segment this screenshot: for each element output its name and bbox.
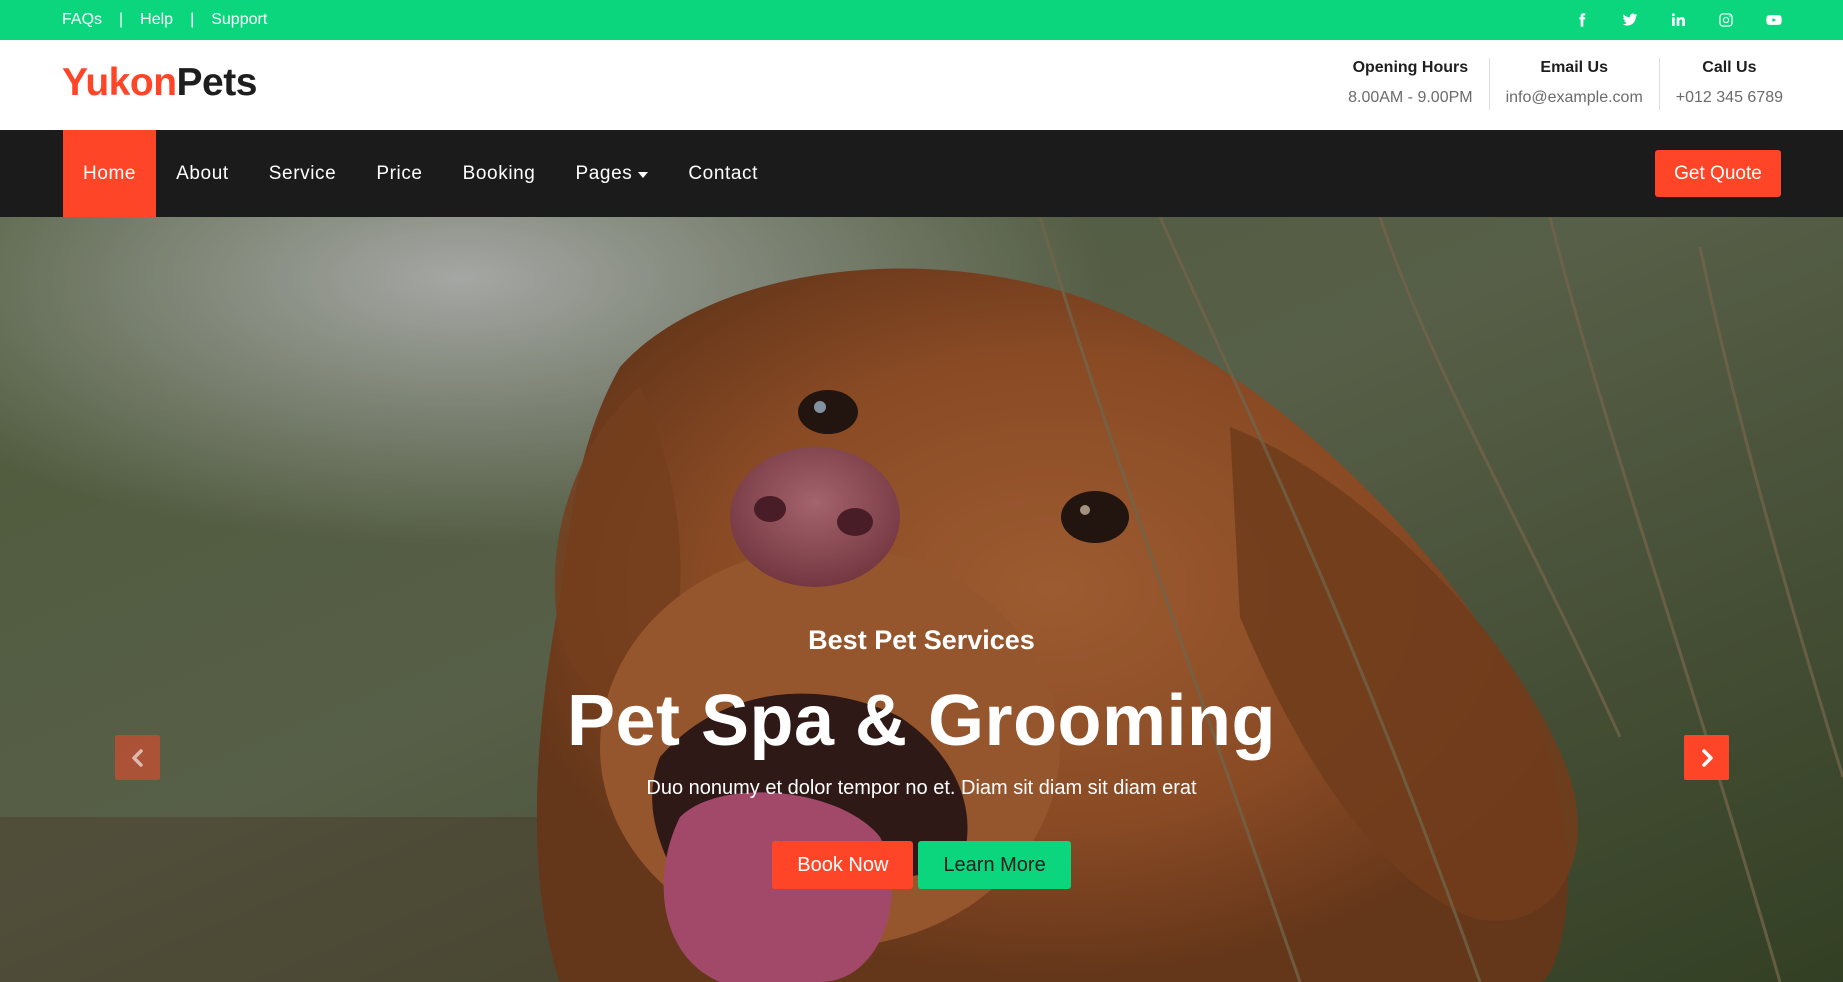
nav-item-home[interactable]: Home xyxy=(63,130,157,217)
instagram-icon[interactable] xyxy=(1717,11,1735,29)
facebook-icon[interactable] xyxy=(1573,11,1591,29)
carousel-next-button[interactable] xyxy=(1684,735,1729,780)
chevron-right-icon xyxy=(1701,748,1713,767)
hero-carousel: Best Pet Services Pet Spa & Grooming Duo… xyxy=(0,217,1843,982)
nav-item-pages-label: Pages xyxy=(575,162,633,184)
top-links: FAQs | Help | Support xyxy=(62,0,267,40)
carousel-prev-button[interactable] xyxy=(115,735,160,780)
call-us: Call Us +012 345 6789 xyxy=(1658,58,1783,110)
youtube-icon[interactable] xyxy=(1765,11,1783,29)
help-link[interactable]: Help xyxy=(140,11,173,29)
chevron-left-icon xyxy=(131,748,143,767)
opening-hours-value: 8.00AM - 9.00PM xyxy=(1348,89,1473,106)
separator: | xyxy=(119,11,124,28)
top-bar: FAQs | Help | Support xyxy=(0,0,1843,40)
nav-item-pages[interactable]: Pages xyxy=(555,130,668,217)
nav-items: Home About Service Price Booking Pages C… xyxy=(63,130,778,217)
support-link[interactable]: Support xyxy=(211,11,267,29)
learn-more-button[interactable]: Learn More xyxy=(918,841,1071,889)
hero-subtitle: Best Pet Services xyxy=(808,625,1035,655)
main-nav: Home About Service Price Booking Pages C… xyxy=(0,130,1843,217)
nav-item-service[interactable]: Service xyxy=(249,130,357,217)
logo-part-2: Pets xyxy=(176,61,258,104)
site-logo[interactable]: YukonPets xyxy=(62,60,257,106)
separator: | xyxy=(190,11,195,28)
twitter-icon[interactable] xyxy=(1621,11,1639,29)
linkedin-icon[interactable] xyxy=(1669,11,1687,29)
nav-item-price[interactable]: Price xyxy=(356,130,442,217)
get-quote-button[interactable]: Get Quote xyxy=(1655,150,1781,197)
call-us-value[interactable]: +012 345 6789 xyxy=(1676,88,1783,108)
email-us-value[interactable]: info@example.com xyxy=(1506,88,1643,108)
faqs-link[interactable]: FAQs xyxy=(62,11,102,29)
hero-description: Duo nonumy et dolor tempor no et. Diam s… xyxy=(646,777,1197,799)
nav-item-contact[interactable]: Contact xyxy=(668,130,778,217)
email-us: Email Us info@example.com xyxy=(1488,58,1659,110)
call-us-title: Call Us xyxy=(1702,59,1757,76)
site-header: YukonPets Opening Hours 8.00AM - 9.00PM … xyxy=(0,40,1843,130)
opening-hours-title: Opening Hours xyxy=(1352,59,1469,76)
nav-item-booking[interactable]: Booking xyxy=(443,130,556,217)
nav-item-about[interactable]: About xyxy=(156,130,249,217)
contact-info: Opening Hours 8.00AM - 9.00PM Email Us i… xyxy=(1332,58,1783,110)
logo-part-1: Yukon xyxy=(62,61,177,104)
book-now-button[interactable]: Book Now xyxy=(772,841,914,889)
hero-buttons: Book Now Learn More xyxy=(0,841,1843,889)
email-us-title: Email Us xyxy=(1540,59,1608,76)
hero-content: Best Pet Services Pet Spa & Grooming Duo… xyxy=(0,217,1843,982)
hero-title: Pet Spa & Grooming xyxy=(566,681,1277,761)
social-links xyxy=(1573,0,1783,40)
caret-down-icon xyxy=(638,171,649,178)
opening-hours: Opening Hours 8.00AM - 9.00PM xyxy=(1332,58,1489,110)
